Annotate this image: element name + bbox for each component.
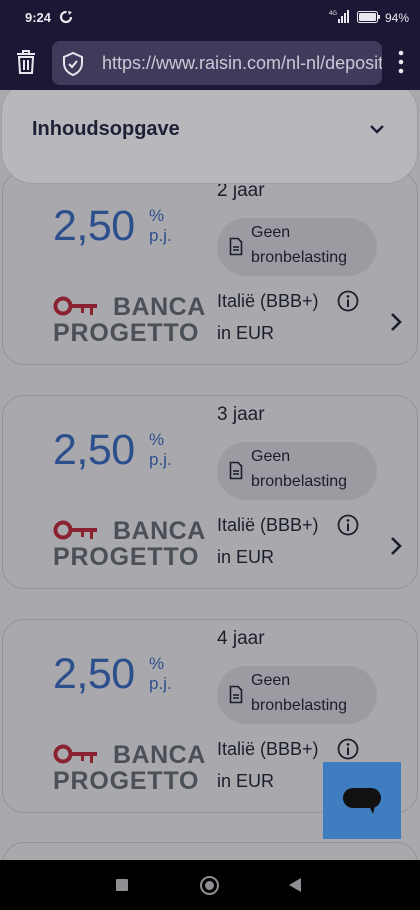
deposit-card[interactable]: 2,50 % p.j. 3 jaar Geen bronbelasting BA…	[2, 395, 418, 589]
status-time: 9:24	[25, 10, 52, 25]
chat-bubble-icon	[343, 788, 381, 814]
per-year-label: p.j.	[149, 450, 172, 469]
country-rating: Italië (BBB+)	[217, 739, 319, 759]
network-type: 4G	[329, 11, 337, 17]
key-logo-icon	[53, 296, 97, 316]
tax-badge: Geen bronbelasting	[217, 218, 377, 276]
battery-percent: 94%	[385, 11, 410, 25]
bank-name-line2: PROGETTO	[53, 767, 200, 795]
tax-badge: Geen bronbelasting	[217, 442, 377, 500]
url-text: https://www.raisin.com/nl-nl/deposito	[102, 53, 382, 73]
deposit-card[interactable]: 2,50 % p.j. 2 jaar Geen bronbelasting BA…	[2, 171, 418, 365]
info-icon[interactable]	[337, 514, 359, 536]
browser-toolbar: https://www.raisin.com/nl-nl/deposito	[0, 36, 420, 90]
key-logo-icon	[53, 744, 97, 764]
tax-badge-line1: Geen	[251, 672, 291, 689]
bank-name-line2: PROGETTO	[53, 319, 200, 347]
currency-label: in EUR	[217, 323, 275, 343]
status-bar: 9:24 4G 94%	[0, 0, 420, 36]
shield-icon[interactable]	[62, 52, 84, 76]
document-icon	[229, 461, 243, 480]
country-rating: Italië (BBB+)	[217, 515, 319, 535]
bank-logo: BANCA PROGETTO	[53, 740, 213, 795]
percent-sign: %	[149, 206, 165, 225]
currency-label: in EUR	[217, 547, 275, 567]
document-icon	[229, 685, 243, 704]
toc-title: Inhoudsopgave	[32, 118, 180, 140]
sync-icon	[59, 10, 73, 24]
bank-name-line1: BANCA	[113, 293, 206, 321]
country-rating: Italië (BBB+)	[217, 291, 319, 311]
tax-badge-line2: bronbelasting	[251, 249, 348, 266]
deposit-card[interactable]	[2, 842, 418, 860]
back-icon[interactable]	[289, 878, 301, 892]
key-logo-icon	[53, 520, 97, 540]
tax-badge-line1: Geen	[251, 224, 291, 241]
term-label: 4 jaar	[217, 628, 265, 649]
tax-badge-line2: bronbelasting	[251, 473, 348, 490]
bank-name-line1: BANCA	[113, 517, 206, 545]
address-bar[interactable]: https://www.raisin.com/nl-nl/deposito	[52, 41, 382, 85]
tax-badge-line1: Geen	[251, 448, 291, 465]
percent-sign: %	[149, 430, 165, 449]
chevron-right-icon[interactable]	[389, 535, 403, 557]
bank-name-line1: BANCA	[113, 741, 206, 769]
tax-badge-line2: bronbelasting	[251, 697, 348, 714]
percent-sign: %	[149, 654, 165, 673]
tax-badge: Geen bronbelasting	[217, 666, 377, 724]
chevron-right-icon[interactable]	[389, 311, 403, 333]
term-label: 3 jaar	[217, 404, 265, 425]
chevron-down-icon[interactable]	[369, 123, 385, 135]
signal-icon: 4G	[329, 10, 349, 23]
table-of-contents-dropdown[interactable]: Inhoudsopgave	[1, 90, 418, 184]
interest-rate: 2,50	[53, 202, 135, 250]
info-icon[interactable]	[337, 738, 359, 760]
bank-logo: BANCA PROGETTO	[53, 292, 213, 347]
document-icon	[229, 237, 243, 256]
more-options-icon[interactable]	[394, 49, 408, 75]
interest-rate: 2,50	[53, 426, 135, 474]
bank-logo: BANCA PROGETTO	[53, 516, 213, 571]
bank-name-line2: PROGETTO	[53, 543, 200, 571]
per-year-label: p.j.	[149, 226, 172, 245]
battery-icon	[357, 11, 380, 23]
currency-label: in EUR	[217, 771, 275, 791]
interest-rate: 2,50	[53, 650, 135, 698]
info-icon[interactable]	[337, 290, 359, 312]
trash-icon[interactable]	[14, 49, 38, 75]
home-icon[interactable]	[200, 876, 219, 895]
per-year-label: p.j.	[149, 674, 172, 693]
chat-button[interactable]	[323, 762, 401, 839]
recent-apps-icon[interactable]	[116, 879, 128, 891]
system-navigation-bar	[0, 860, 420, 910]
page-content: 2,50 % p.j. 2 jaar Geen bronbelasting BA…	[0, 90, 420, 860]
